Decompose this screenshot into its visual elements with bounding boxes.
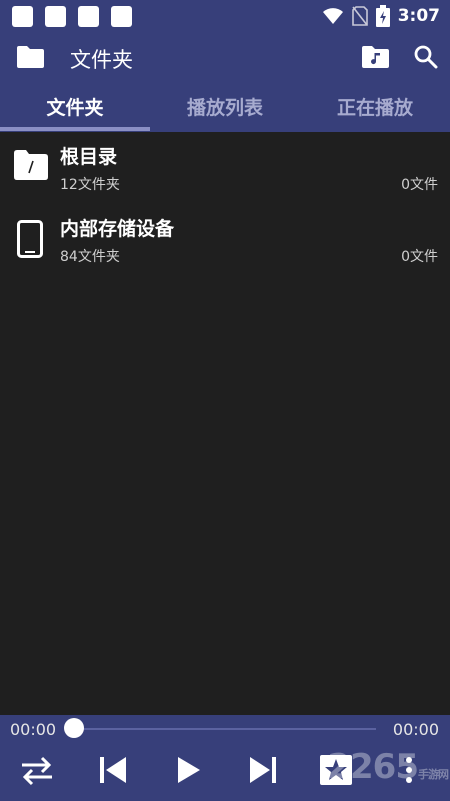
folder-list: 根目录 12文件夹 0文件 内部存储设备 84文件夹 0文件 — [0, 132, 450, 276]
watermark: 2265手游网 — [327, 747, 449, 787]
app-bar: 文件夹 — [0, 32, 450, 84]
watermark-number: 2265 — [327, 747, 419, 787]
previous-button[interactable] — [100, 755, 126, 785]
root-folder-icon — [14, 150, 48, 180]
list-item-count: 0文件 — [401, 249, 438, 265]
player-bar: 00:00 00:00 2265手游网 — [0, 715, 450, 801]
battery-icon — [375, 5, 390, 27]
seek-thumb[interactable] — [64, 718, 84, 738]
list-item[interactable]: 根目录 12文件夹 0文件 — [0, 132, 450, 204]
tab-indicator — [0, 127, 150, 131]
status-time: 3:07 — [397, 6, 440, 26]
seek-track[interactable] — [72, 728, 376, 730]
elapsed-time: 00:00 — [10, 720, 57, 739]
notification-icon — [78, 5, 99, 27]
tab-now-playing[interactable]: 正在播放 — [300, 84, 450, 128]
play-button[interactable] — [178, 755, 200, 785]
tab-playlists[interactable]: 播放列表 — [150, 84, 300, 128]
play-icon — [178, 757, 200, 783]
page-title: 文件夹 — [70, 48, 133, 72]
list-item-subtitle: 12文件夹 — [60, 177, 120, 193]
watermark-text: 手游网 — [418, 768, 449, 781]
wifi-icon — [322, 8, 343, 24]
repeat-icon — [22, 756, 52, 786]
total-time: 00:00 — [392, 720, 439, 739]
phone-icon — [17, 220, 43, 258]
list-item-title: 根目录 — [60, 146, 118, 168]
tab-folders[interactable]: 文件夹 — [0, 84, 150, 128]
notification-icon — [12, 5, 33, 27]
status-bar: 3:07 — [0, 0, 450, 32]
list-item-title: 内部存储设备 — [60, 218, 175, 240]
list-item[interactable]: 内部存储设备 84文件夹 0文件 — [0, 204, 450, 276]
notification-icon — [111, 5, 132, 27]
notification-icon — [45, 5, 66, 27]
no-sim-icon — [351, 6, 368, 26]
skip-previous-icon — [100, 757, 126, 783]
search-icon[interactable] — [414, 45, 438, 69]
music-folder-icon[interactable] — [362, 46, 389, 68]
list-item-count: 0文件 — [401, 177, 438, 193]
folder-icon[interactable] — [17, 46, 44, 68]
list-item-subtitle: 84文件夹 — [60, 249, 120, 265]
skip-next-icon — [250, 757, 276, 783]
next-button[interactable] — [250, 755, 276, 785]
tab-bar: 文件夹 播放列表 正在播放 — [0, 84, 450, 132]
repeat-button[interactable] — [20, 755, 54, 787]
